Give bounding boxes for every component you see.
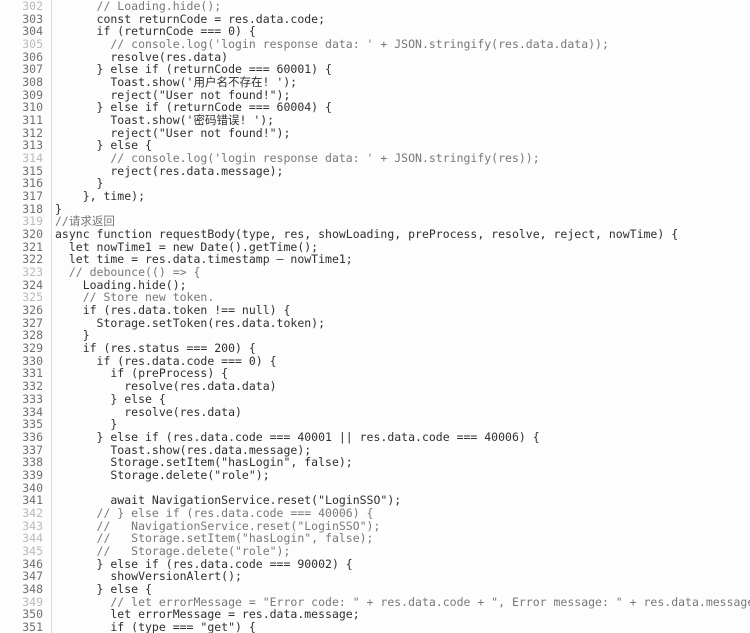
line-number: 348 bbox=[22, 581, 43, 596]
code-line[interactable]: } bbox=[52, 203, 750, 216]
code-line[interactable]: // debounce(() => { bbox=[52, 266, 750, 279]
code-line[interactable]: Toast.show('密码错误! '); bbox=[52, 114, 750, 127]
code-line[interactable]: // Loading.hide(); bbox=[52, 0, 750, 13]
code-line[interactable]: reject("User not found!"); bbox=[52, 127, 750, 140]
code-line[interactable]: if (type === "get") { bbox=[52, 621, 750, 633]
code-line[interactable]: reject(res.data.message); bbox=[52, 165, 750, 178]
line-number: 347 bbox=[22, 569, 43, 584]
code-line[interactable]: // Storage.delete("role"); bbox=[52, 545, 750, 558]
code-line[interactable]: } else { bbox=[52, 583, 750, 596]
line-number: 326 bbox=[22, 303, 43, 318]
line-number: 344 bbox=[22, 531, 43, 546]
line-number: 305 bbox=[22, 37, 43, 52]
code-line[interactable]: if (res.data.token !== null) { bbox=[52, 304, 750, 317]
line-number: 345 bbox=[22, 543, 43, 558]
code-line[interactable]: // console.log('login response data: ' +… bbox=[52, 38, 750, 51]
code-line[interactable]: // Storage.setItem("hasLogin", false); bbox=[52, 532, 750, 545]
line-number: 333 bbox=[22, 391, 43, 406]
line-number: 335 bbox=[22, 417, 43, 432]
code-line[interactable]: resolve(res.data.data) bbox=[52, 380, 750, 393]
code-line[interactable]: showVersionAlert(); bbox=[52, 570, 750, 583]
code-line[interactable]: Storage.setToken(res.data.token); bbox=[52, 317, 750, 330]
code-line[interactable]: resolve(res.data) bbox=[52, 405, 750, 419]
line-number: 342 bbox=[22, 505, 43, 520]
line-number: 308 bbox=[22, 75, 43, 90]
line-number: 320 bbox=[22, 227, 43, 242]
line-number: 317 bbox=[22, 189, 43, 204]
code-line[interactable]: } else if (res.data.code === 40001 || re… bbox=[52, 431, 750, 444]
code-line[interactable]: async function requestBody(type, res, sh… bbox=[52, 228, 750, 241]
line-number-gutter: 302 303 304 305 306 307 308 309 310 311 312 313 314 3… bbox=[0, 0, 52, 633]
line-number: 323 bbox=[22, 265, 43, 280]
line-number: 302 bbox=[22, 0, 43, 13]
code-content-area[interactable]: // Loading.hide(); const returnCode = re… bbox=[52, 0, 750, 633]
line-number: 332 bbox=[22, 379, 43, 394]
code-line[interactable]: Storage.setItem("hasLogin", false); bbox=[52, 456, 750, 469]
code-line[interactable]: await NavigationService.reset("LoginSSO"… bbox=[52, 494, 750, 507]
code-line[interactable]: if (res.status === 200) { bbox=[52, 342, 750, 355]
code-line[interactable]: }, time); bbox=[52, 190, 750, 203]
code-line[interactable]: } else { bbox=[52, 393, 750, 406]
line-number: 329 bbox=[22, 341, 43, 356]
code-line[interactable]: // } else if (res.data.code === 40006) { bbox=[52, 507, 750, 520]
line-number: 339 bbox=[22, 467, 43, 482]
code-line[interactable]: Toast.show('用户名不存在! '); bbox=[52, 76, 750, 89]
code-line[interactable]: // console.log('login response data: ' +… bbox=[52, 152, 750, 165]
code-editor[interactable]: 302 303 304 305 306 307 308 309 310 311 312 313 314 3… bbox=[0, 0, 750, 633]
code-line[interactable]: } bbox=[52, 177, 750, 190]
line-number: 351 bbox=[22, 619, 43, 633]
line-number: 314 bbox=[22, 151, 43, 166]
line-number: 336 bbox=[22, 429, 43, 444]
code-line[interactable]: Storage.delete("role"); bbox=[52, 469, 750, 482]
line-number: 341 bbox=[22, 493, 43, 508]
line-number: 311 bbox=[22, 113, 43, 128]
line-number: 338 bbox=[22, 455, 43, 470]
code-line[interactable]: } bbox=[52, 418, 750, 431]
